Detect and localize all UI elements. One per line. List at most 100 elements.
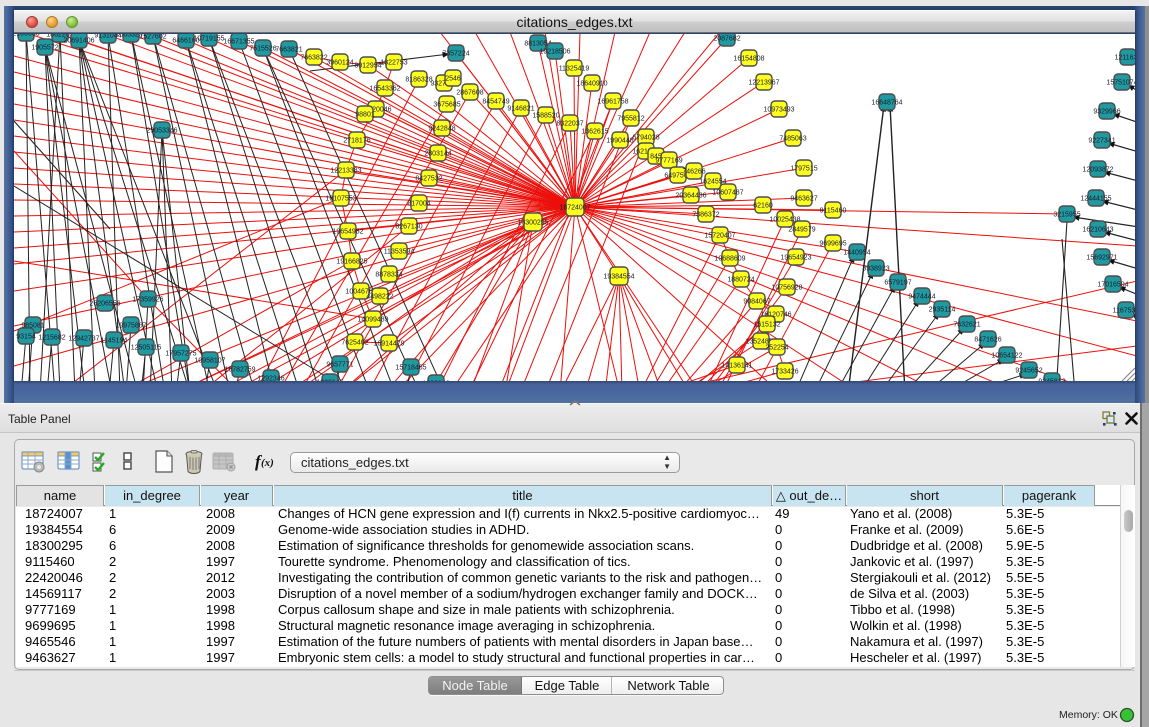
svg-text:10654122: 10654122 [991,353,1022,360]
svg-text:9146821: 9146821 [507,106,534,113]
svg-text:62160: 62160 [753,203,773,210]
svg-text:817004: 817004 [407,201,430,208]
svg-text:16782759: 16782759 [224,367,255,374]
svg-text:20364436: 20364436 [675,193,706,200]
svg-text:2109553: 2109553 [14,34,40,38]
svg-text:746266: 746266 [682,169,705,176]
svg-text:1733426: 1733426 [771,369,798,376]
svg-text:93154: 93154 [16,334,36,341]
svg-text:15751074: 15751074 [1106,80,1135,87]
svg-text:10607487: 10607487 [712,190,743,197]
svg-text:1292346: 1292346 [422,381,449,382]
svg-text:3215955: 3215955 [1053,212,1080,219]
svg-text:16107553: 16107553 [325,196,356,203]
svg-text:10958107: 10958107 [194,358,225,365]
svg-text:1023145: 1023145 [316,380,343,382]
svg-text:8427532: 8427532 [415,176,442,183]
svg-text:12213383: 12213383 [330,168,361,175]
svg-text:15720407: 15720407 [704,233,735,240]
svg-text:2803144: 2803144 [424,151,451,158]
svg-text:1990448: 1990448 [606,138,633,145]
svg-text:9474444: 9474444 [908,294,935,301]
svg-text:2849579: 2849579 [788,227,815,234]
svg-text:8938923: 8938923 [862,266,889,273]
svg-text:18640910: 18640910 [576,81,607,88]
svg-text:1215682: 1215682 [38,335,65,342]
svg-text:7485063: 7485063 [779,136,806,143]
svg-text:15718465: 15718465 [395,365,426,372]
svg-text:19166825: 19166825 [336,259,367,266]
svg-text:8471626: 8471626 [974,337,1001,344]
svg-text:9777169: 9777169 [655,158,682,165]
svg-text:16210643: 16210643 [1082,227,1113,234]
svg-text:19384554: 19384554 [603,274,634,281]
svg-text:12093872: 12093872 [1082,167,1113,174]
svg-text:16961758: 16961758 [597,99,628,106]
svg-text:12942737: 12942737 [68,336,99,343]
svg-text:1615132: 1615132 [753,322,780,329]
svg-text:7663822: 7663822 [300,55,327,62]
svg-text:9115460: 9115460 [820,208,847,215]
svg-text:26206556: 26206556 [89,301,120,308]
svg-text:1362615: 1362615 [581,129,608,136]
svg-text:2867608: 2867608 [456,90,483,97]
svg-text:15692971: 15692971 [1086,255,1117,262]
svg-text:4498222: 4498222 [366,294,393,301]
svg-text:10756928: 10756928 [771,285,802,292]
svg-text:19975867: 19975867 [115,323,146,330]
svg-text:1797515: 1797515 [790,166,817,173]
svg-text:17359926: 17359926 [132,297,163,304]
svg-text:9242848: 9242848 [428,126,455,133]
svg-text:6794028: 6794028 [632,135,659,142]
svg-text:12505115: 12505115 [131,345,162,352]
svg-text:1440954: 1440954 [843,250,870,257]
svg-text:2087682: 2087682 [713,36,740,43]
svg-text:6579197: 6579197 [884,280,911,287]
svg-text:1588520: 1588520 [532,113,559,120]
svg-text:1880724: 1880724 [727,277,754,284]
svg-text:19218506: 19218506 [539,49,570,56]
svg-text:18300295: 18300295 [517,220,548,227]
svg-text:2718176: 2718176 [343,138,370,145]
svg-text:14099489: 14099489 [357,317,388,324]
svg-text:3960124: 3960124 [326,60,353,67]
svg-text:1211637: 1211637 [1115,55,1135,62]
svg-text:3675685: 3675685 [433,102,460,109]
svg-text:29053346: 29053346 [146,128,177,135]
svg-text:8878334: 8878334 [375,272,402,279]
svg-text:7625402: 7625402 [341,340,368,347]
svg-text:9329966: 9329966 [1093,109,1120,116]
svg-text:1322753: 1322753 [380,60,407,67]
svg-text:7357224: 7357224 [442,51,469,58]
svg-text:1527602: 1527602 [139,34,166,41]
svg-text:11325419: 11325419 [559,66,590,73]
svg-text:9245812: 9245812 [1038,379,1065,382]
svg-text:10688609: 10688609 [714,256,745,263]
svg-text:16671355: 16671355 [223,39,254,46]
svg-text:16914479: 16914479 [373,341,404,348]
svg-text:16154808: 16154808 [733,56,764,63]
svg-text:12213967: 12213967 [748,80,779,87]
svg-text:8322037: 8322037 [556,121,583,128]
svg-text:18724007: 18724007 [559,205,590,212]
svg-text:7955812: 7955812 [617,116,644,123]
svg-text:2546: 2546 [445,76,461,83]
svg-text:16543362: 16543362 [369,86,400,93]
svg-text:8912954: 8912954 [354,63,381,70]
svg-text:9463627: 9463627 [790,196,817,203]
svg-text:19654923: 19654923 [780,255,811,262]
svg-text:19654982: 19654982 [332,229,363,236]
svg-text:8186328: 8186328 [405,77,432,84]
svg-text:1292346: 1292346 [257,376,284,382]
svg-text:16648764: 16648764 [871,100,902,107]
svg-text:14136141: 14136141 [721,363,752,370]
svg-text:98801: 98801 [355,112,375,119]
svg-text:10973493: 10973493 [763,107,794,114]
svg-text:7632621: 7632621 [953,322,980,329]
svg-text:9657771: 9657771 [326,362,353,369]
svg-text:11353594: 11353594 [384,249,415,256]
svg-text:(x): (x) [261,457,274,469]
svg-text:9084067: 9084067 [743,299,770,306]
svg-text:1145194: 1145194 [101,338,128,345]
svg-text:17957275: 17957275 [165,351,196,358]
